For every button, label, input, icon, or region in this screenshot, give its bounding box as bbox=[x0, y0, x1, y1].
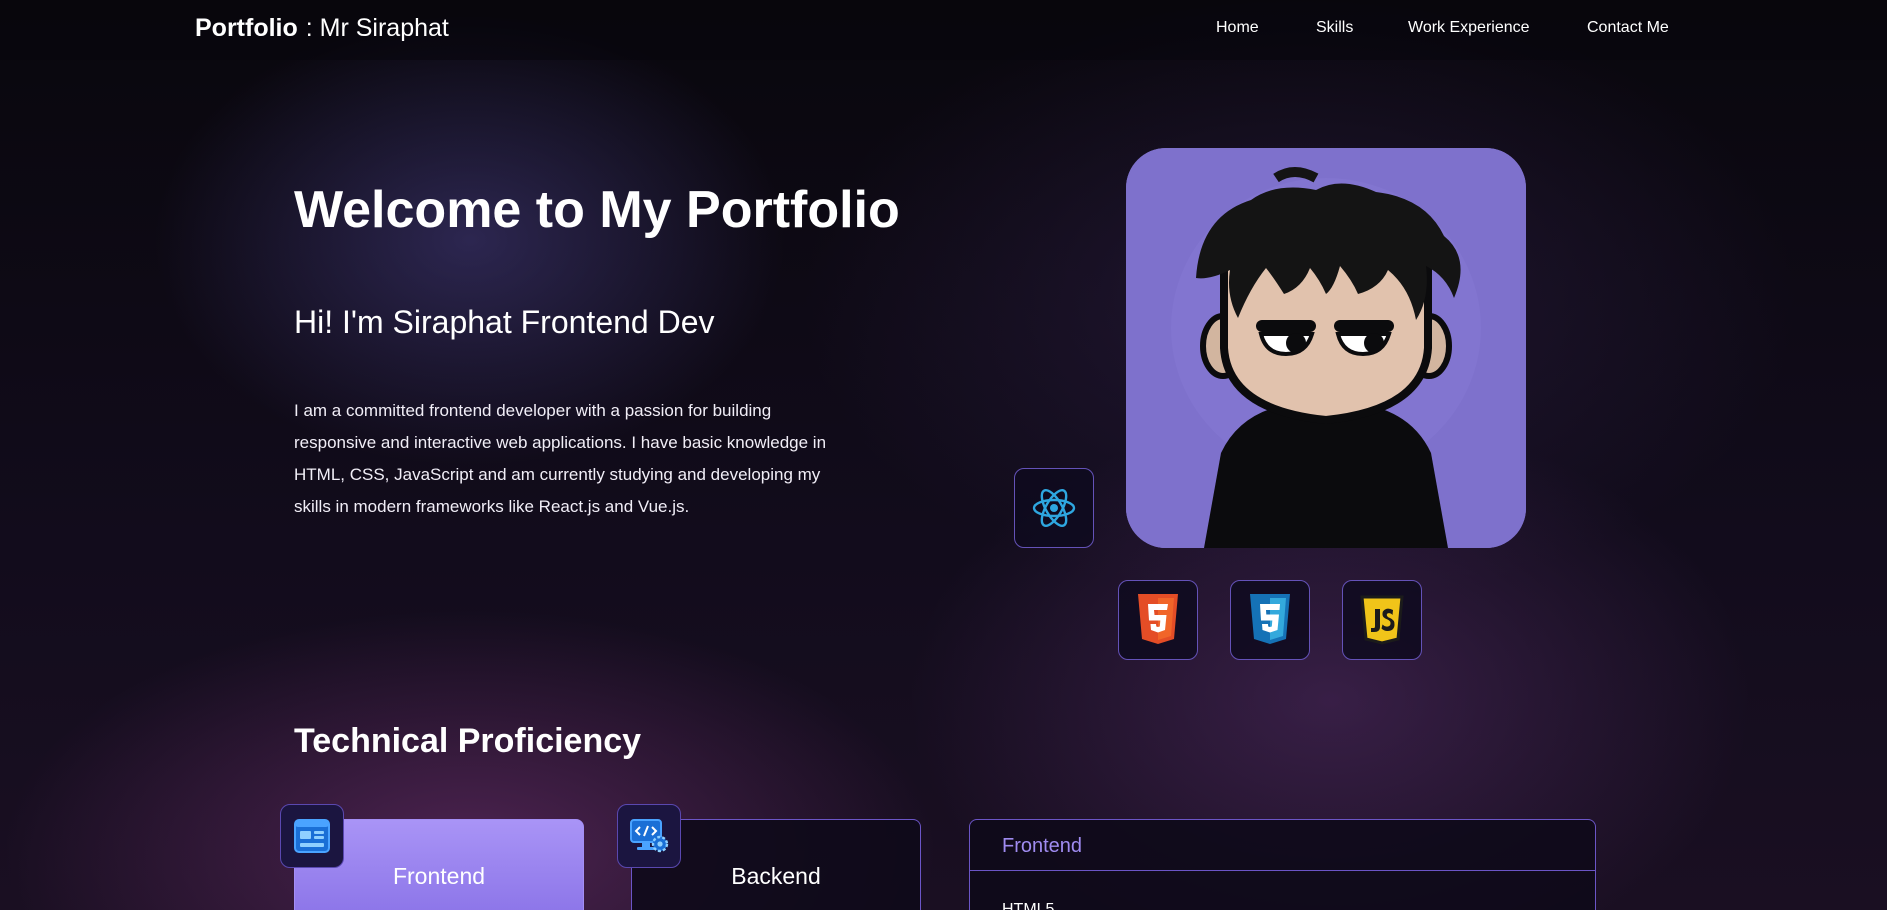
hero-subtitle: Hi! I'm Siraphat Frontend Dev bbox=[294, 304, 715, 340]
brand-name: Portfolio bbox=[195, 14, 298, 42]
backend-card-icon-box bbox=[617, 804, 681, 868]
frontend-card-label: Frontend bbox=[392, 863, 486, 889]
backend-code-gear-icon bbox=[630, 819, 669, 853]
javascript-icon bbox=[1360, 595, 1404, 645]
brand-logo[interactable]: Portfolio: Mr Siraphat bbox=[195, 14, 449, 43]
navbar: Portfolio: Mr Siraphat Home Skills Work … bbox=[0, 0, 1887, 60]
frontend-card-icon-box bbox=[280, 804, 344, 868]
avatar-card bbox=[1126, 148, 1526, 548]
nav-work-experience-link[interactable]: Work Experience bbox=[1408, 19, 1530, 37]
skills-section-title: Technical Proficiency bbox=[294, 722, 642, 760]
brand-owner: : Mr Siraphat bbox=[305, 14, 449, 42]
html5-icon bbox=[1138, 594, 1178, 644]
nav-contact-me-link[interactable]: Contact Me bbox=[1587, 19, 1669, 37]
react-icon bbox=[1032, 489, 1076, 527]
react-icon-box bbox=[1014, 468, 1094, 548]
css3-icon-box bbox=[1230, 580, 1310, 660]
skill-detail-item: HTML5 bbox=[1002, 901, 1055, 910]
frontend-layout-icon bbox=[294, 819, 330, 853]
hero-description: I am a committed frontend developer with… bbox=[294, 401, 827, 516]
hero-title: Welcome to My Portfolio bbox=[294, 181, 900, 239]
nav-skills-link[interactable]: Skills bbox=[1316, 19, 1353, 37]
html5-icon-box bbox=[1118, 580, 1198, 660]
css3-icon bbox=[1250, 594, 1290, 644]
avatar bbox=[1126, 148, 1526, 548]
skill-detail-panel: Frontend HTML5 bbox=[969, 819, 1596, 910]
skill-detail-heading: Frontend bbox=[970, 820, 1595, 871]
javascript-icon-box bbox=[1342, 580, 1422, 660]
nav-home-link[interactable]: Home bbox=[1216, 19, 1259, 37]
backend-card-label: Backend bbox=[731, 863, 821, 889]
page-background bbox=[0, 0, 1887, 910]
